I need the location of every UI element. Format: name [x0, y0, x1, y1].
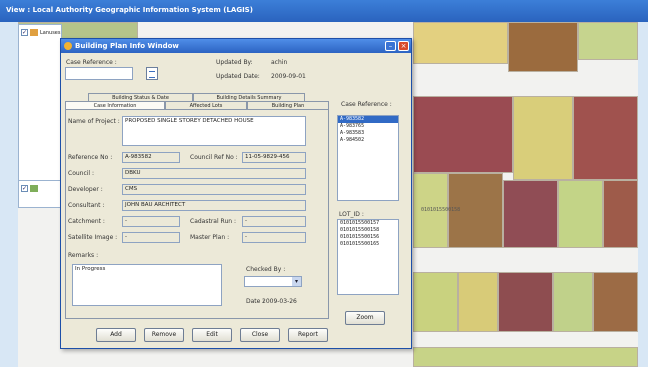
case-reference-list-label: Case Reference : [341, 101, 392, 108]
layer-label: Lanuses [40, 29, 61, 36]
date-value: 2009-03-26 [262, 298, 297, 305]
lot-id-list[interactable]: 0101015500157 0101015500158 010101550015… [337, 219, 399, 295]
map-parcel[interactable] [458, 272, 498, 332]
layer-swatch [30, 185, 38, 192]
project-textarea[interactable]: PROPOSED SINGLE STOREY DETACHED HOUSE [122, 116, 306, 146]
map-parcel[interactable] [558, 180, 603, 248]
catchment-field: - [122, 216, 180, 227]
catchment-label: Catchment : [68, 218, 105, 225]
remarks-label: Remarks : [68, 252, 99, 259]
map-parcel[interactable] [553, 272, 593, 332]
master-plan-field: - [242, 232, 306, 243]
satellite-label: Satellite Image : [68, 234, 118, 241]
map-parcel[interactable] [498, 272, 553, 332]
council-ref-field: 11-05-9829-456 [242, 152, 306, 163]
map-parcel[interactable] [578, 22, 638, 60]
map-parcel[interactable] [413, 272, 458, 332]
layer-checkbox[interactable]: ✓ [21, 185, 28, 192]
map-parcel[interactable] [413, 347, 638, 367]
case-information-panel: Name of Project : PROPOSED SINGLE STOREY… [65, 109, 329, 319]
council-label: Council : [68, 170, 95, 177]
list-item[interactable]: 0101015500158 [338, 227, 398, 234]
case-reference-label: Case Reference : [66, 59, 117, 66]
add-button[interactable]: Add [96, 328, 136, 342]
council-ref-label: Council Ref No : [190, 154, 238, 161]
close-window-button[interactable]: × [398, 41, 409, 51]
reference-no-label: Reference No : [68, 154, 113, 161]
remove-button[interactable]: Remove [144, 328, 184, 342]
layer-row[interactable]: ✓ [21, 185, 38, 192]
case-reference-list[interactable]: A-983582 A-983765 A-983583 A-984502 [337, 115, 399, 201]
layer-checkbox[interactable]: ✓ [21, 29, 28, 36]
updated-date-value: 2009-09-01 [271, 73, 306, 80]
consultant-field: JOHN BAU ARCHITECT [122, 200, 306, 211]
reference-no-field: A-983582 [122, 152, 180, 163]
layer-panel-secondary: ✓ [18, 180, 62, 208]
developer-field: CMS [122, 184, 306, 195]
developer-label: Developer : [68, 186, 103, 193]
updated-by-value: achin [271, 59, 288, 66]
app-window: View : Local Authority Geographic Inform… [0, 0, 648, 367]
cadastral-label: Cadastral Run : [190, 218, 236, 225]
close-button[interactable]: Close [240, 328, 280, 342]
map-parcel[interactable] [573, 96, 638, 180]
document-icon[interactable] [146, 67, 158, 80]
council-field: DBKU [122, 168, 306, 179]
layer-row[interactable]: ✓ Lanuses [21, 29, 60, 36]
list-item[interactable]: 0101015500156 [338, 234, 398, 241]
updated-by-label: Updated By: [216, 59, 253, 66]
edit-button[interactable]: Edit [192, 328, 232, 342]
app-title: View : Local Authority Geographic Inform… [6, 6, 253, 14]
cadastral-field: - [242, 216, 306, 227]
minimize-button[interactable]: – [385, 41, 396, 51]
project-label: Name of Project : [68, 118, 120, 125]
consultant-label: Consultant : [68, 202, 105, 209]
list-item[interactable]: A-984502 [338, 137, 398, 144]
case-reference-input[interactable] [65, 67, 133, 80]
chevron-down-icon[interactable]: ▾ [292, 277, 301, 286]
updated-date-label: Updated Date: [216, 73, 260, 80]
map-parcel[interactable] [413, 96, 513, 173]
app-icon [64, 42, 72, 50]
list-item[interactable]: A-983765 [338, 123, 398, 130]
map-parcel[interactable] [593, 272, 638, 332]
remarks-textarea[interactable]: In Progress [72, 264, 222, 306]
satellite-field: - [122, 232, 180, 243]
map-parcel[interactable] [508, 22, 578, 72]
dialog-title: Building Plan Info Window [75, 42, 179, 50]
map-parcel[interactable] [513, 96, 573, 180]
list-item[interactable]: 0101015500165 [338, 241, 398, 248]
building-plan-dialog: Building Plan Info Window – × Case Refer… [60, 38, 412, 349]
list-item[interactable]: A-983582 [338, 116, 398, 123]
app-titlebar: View : Local Authority Geographic Inform… [0, 0, 648, 22]
layer-panel: ✓ Lanuses [18, 24, 62, 204]
lot-id-label: LOT_ID : [339, 211, 364, 218]
map-parcel[interactable] [503, 180, 558, 248]
zoom-button[interactable]: Zoom [345, 311, 385, 325]
map-parcel[interactable] [603, 180, 638, 248]
dialog-titlebar[interactable]: Building Plan Info Window – × [61, 39, 411, 53]
list-item[interactable]: A-983583 [338, 130, 398, 137]
checked-by-label: Checked By : [246, 266, 286, 273]
map-parcel-label: 0101015500158 [421, 207, 461, 213]
map-parcel[interactable] [413, 22, 508, 64]
master-plan-label: Master Plan : [190, 234, 230, 241]
layer-swatch [30, 29, 38, 36]
list-item[interactable]: 0101015500157 [338, 220, 398, 227]
checked-by-select[interactable]: ▾ [244, 276, 302, 287]
report-button[interactable]: Report [288, 328, 328, 342]
